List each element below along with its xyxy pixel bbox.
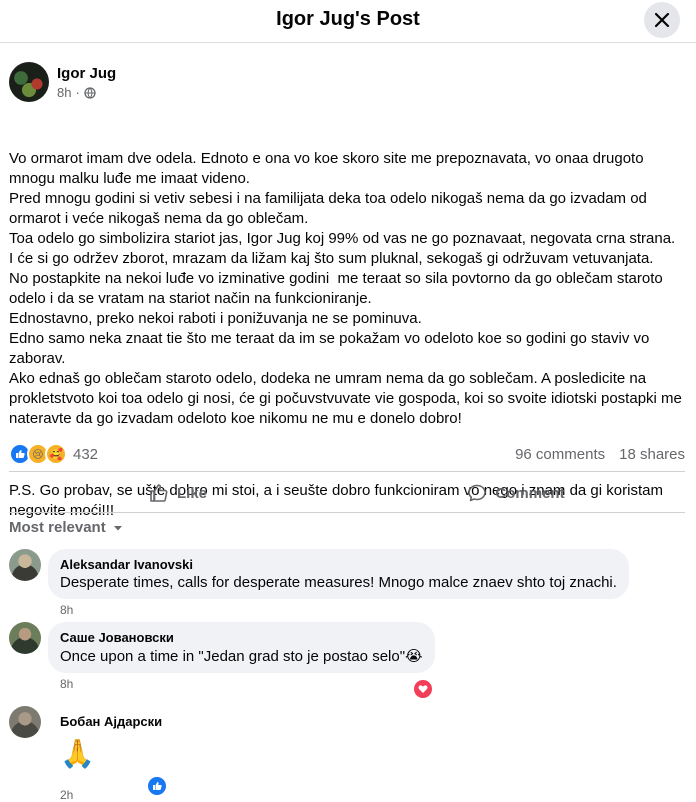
love-reaction-icon[interactable] <box>412 678 434 700</box>
like-button[interactable]: Like <box>9 473 347 513</box>
comment-bubble: Aleksandar Ivanovski Desperate times, ca… <box>48 549 629 599</box>
like-reaction-icon[interactable] <box>146 775 168 797</box>
comment-time[interactable]: 8h <box>60 603 629 617</box>
author-avatar[interactable] <box>9 62 49 102</box>
comment: Aleksandar Ivanovski Desperate times, ca… <box>9 549 629 617</box>
dialog-title: Igor Jug's Post <box>276 8 420 30</box>
comment-button[interactable]: Comment <box>347 473 685 513</box>
globe-icon <box>84 86 96 99</box>
comment-filter-dropdown[interactable]: Most relevant <box>9 519 124 536</box>
commenter-avatar[interactable] <box>9 549 41 581</box>
caret-down-icon <box>113 525 122 530</box>
comments-count[interactable]: 96 comments <box>515 446 605 463</box>
comment: Саше Јовановски Once upon a time in "Jed… <box>9 622 435 691</box>
post-author: Igor Jug 8h · <box>9 62 116 102</box>
shares-count[interactable]: 18 shares <box>619 446 685 463</box>
post-paragraph: Vo ormarot imam dve odela. Ednoto e ona … <box>9 150 682 427</box>
commenter-name[interactable]: Aleksandar Ivanovski <box>60 557 617 572</box>
author-name[interactable]: Igor Jug <box>57 65 116 82</box>
like-label: Like <box>176 484 207 502</box>
comment-text: 🙏 <box>60 738 95 769</box>
comment-text: Once upon a time in "Jedan grad sto je p… <box>60 648 423 665</box>
comment-filter-label: Most relevant <box>9 519 106 536</box>
divider <box>9 471 685 472</box>
comment-bubble: Саше Јовановски Once upon a time in "Jed… <box>48 622 435 673</box>
close-icon <box>654 12 670 28</box>
reactions-summary[interactable]: 😢 🥰 432 <box>9 443 98 465</box>
divider <box>9 512 685 513</box>
commenter-name[interactable]: Бобан Ајдарски <box>60 714 162 729</box>
comment-text: Desperate times, calls for desperate mea… <box>60 574 617 591</box>
commenter-avatar[interactable] <box>9 622 41 654</box>
dialog-header: Igor Jug's Post <box>0 0 696 43</box>
post-actions: Like Comment <box>9 473 685 513</box>
like-icon <box>150 484 168 502</box>
commenter-avatar[interactable] <box>9 706 41 738</box>
close-button[interactable] <box>644 2 680 38</box>
post-time[interactable]: 8h <box>57 85 71 100</box>
post-stats: 😢 🥰 432 96 comments 18 shares <box>9 442 685 466</box>
reaction-count: 432 <box>73 445 99 463</box>
comment-icon <box>468 484 487 502</box>
care-reaction-icon: 🥰 <box>45 443 67 465</box>
comment-label: Comment <box>495 484 565 502</box>
commenter-name[interactable]: Саше Јовановски <box>60 630 423 645</box>
comment-time[interactable]: 8h <box>60 677 435 691</box>
